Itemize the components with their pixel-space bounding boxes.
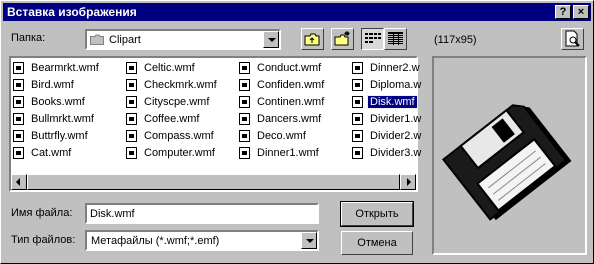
up-folder-icon [304,33,320,46]
wmf-file-icon [126,147,137,159]
filetype-dropdown-button[interactable] [301,232,317,249]
filetype-select[interactable]: Метафайлы (*.wmf;*.emf) [85,230,319,251]
wmf-file-icon [126,79,137,91]
wmf-file-icon [352,79,363,91]
wmf-file-icon [352,130,363,142]
wmf-file-icon [13,147,24,159]
new-folder-button[interactable] [331,28,354,50]
list-view-button[interactable] [361,28,384,50]
folder-dropdown-button[interactable] [263,31,279,48]
filename-label: Имя файла: [11,207,73,219]
preview-pane [432,56,587,255]
filename-value: Disk.wmf [90,208,135,220]
filetype-value: Метафайлы (*.wmf;*.emf) [91,235,220,247]
wmf-file-icon [352,147,363,159]
new-folder-icon [334,31,350,46]
wmf-file-icon [13,113,24,125]
close-button[interactable]: × [573,5,589,19]
details-view-button[interactable] [384,28,407,50]
preview-icon [565,30,580,47]
title-bar[interactable]: Вставка изображения ? × [3,3,591,21]
floppy-disk-icon [442,104,572,221]
preview-size: (117x95) [434,34,477,46]
insert-picture-dialog: Вставка изображения ? × Папка: Clipart (… [0,0,594,264]
wmf-file-icon [352,96,363,108]
up-one-level-button[interactable] [301,28,324,50]
wmf-file-icon [239,96,250,108]
wmf-file-icon [239,130,250,142]
wmf-file-icon [126,96,137,108]
wmf-file-icon [126,62,137,74]
wmf-file-icon [352,113,363,125]
wmf-file-icon [352,62,363,74]
help-button[interactable]: ? [555,5,571,19]
details-view-icon [388,32,403,45]
wmf-file-icon [13,79,24,91]
folder-label: Папка: [11,32,46,44]
wmf-file-icon [13,96,24,108]
cancel-button[interactable]: Отмена [341,231,413,255]
filetype-label: Тип файлов: [11,234,76,246]
scroll-thumb[interactable] [27,174,400,190]
folder-icon [90,34,104,45]
wmf-file-icon [13,130,24,142]
folder-select[interactable]: Clipart [85,29,281,50]
scroll-right-button[interactable] [400,174,416,190]
filename-input[interactable]: Disk.wmf [85,203,319,224]
wmf-file-icon [13,62,24,74]
list-view-icon [365,33,381,43]
folder-value: Clipart [109,34,141,46]
open-button[interactable]: Открыть [340,201,414,227]
wmf-file-icon [239,147,250,159]
file-list[interactable]: Bearmrkt.wmf Bird.wmf Books.wmf Bullmrkt… [9,56,421,192]
wmf-file-icon [126,130,137,142]
window-title: Вставка изображения [7,5,137,19]
wmf-file-icon [126,113,137,125]
scroll-left-button[interactable] [11,174,27,190]
preview-button[interactable] [561,28,584,50]
wmf-file-icon [239,62,250,74]
wmf-file-icon [239,79,250,91]
horizontal-scrollbar[interactable] [11,174,416,190]
wmf-file-icon [239,113,250,125]
